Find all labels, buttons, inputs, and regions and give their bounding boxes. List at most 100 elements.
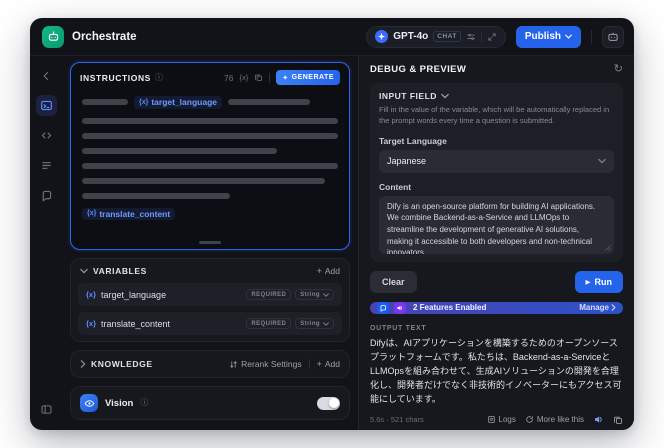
variable-icon: {x} [86,290,97,299]
rerank-icon [230,360,237,368]
prompt-text-skeleton [228,99,310,106]
model-selector[interactable]: GPT-4o CHAT [366,25,506,48]
chevron-right-icon [611,304,616,312]
variable-icon: {x} [87,210,97,218]
assistant-preview-button[interactable] [602,25,624,48]
run-button[interactable]: ▶ Run [574,270,623,293]
variables-collapse[interactable]: VARIABLES [80,266,147,276]
char-count: 76 [224,72,234,83]
required-badge: REQUIRED [246,318,292,329]
pill-divider [480,31,482,42]
restart-icon[interactable]: ↻ [614,64,623,75]
clear-button[interactable]: Clear [370,270,417,293]
header-divider [591,29,592,44]
copy-output-icon[interactable] [613,415,623,425]
content-textarea[interactable]: Dify is an open-source platform for buil… [379,195,614,254]
top-bar: Orchestrate GPT-4o CHAT Publish [30,18,634,56]
instructions-title: INSTRUCTIONS [80,72,151,83]
chevron-down-icon [323,321,329,326]
model-params-icon[interactable] [466,32,476,42]
prompt-text-skeleton [82,162,338,169]
model-expand-icon[interactable] [487,32,497,42]
copy-icon[interactable] [254,73,263,82]
input-field-title: INPUT FIELD [379,91,437,101]
vision-icon [80,394,98,412]
chevron-down-icon [441,93,449,99]
instructions-editor[interactable]: INSTRUCTIONS ⓘ 76 {x} ✦ GENERATE {x} tar… [70,62,350,250]
collapse-sidebar-button[interactable] [36,399,57,420]
generate-button[interactable]: ✦ GENERATE [276,70,340,85]
sparkle-icon: ✦ [282,74,289,82]
knowledge-collapse[interactable]: KNOWLEDGE [80,359,153,369]
model-mode-badge: CHAT [433,31,461,42]
target-language-select[interactable]: Japanese [379,149,614,173]
conversation-feature-icon [377,301,389,314]
prompt-text-skeleton [82,132,338,139]
variable-name: translate_content [101,318,171,329]
target-language-label: Target Language [379,135,447,146]
model-provider-icon [375,30,389,43]
vision-section: Vision ⓘ [70,386,350,420]
vision-label: Vision [105,397,134,409]
more-like-this-icon [526,416,533,424]
editor-resize-handle[interactable] [199,241,221,244]
logs-icon [487,416,495,424]
resize-handle-icon[interactable] [605,245,611,251]
variable-row-target-language[interactable]: {x} target_language REQUIRED String [78,283,342,306]
prompt-text-skeleton [82,147,277,154]
chevron-down-icon [323,292,329,297]
knowledge-title: KNOWLEDGE [91,359,153,369]
debug-preview-panel: DEBUG & PREVIEW ↻ INPUT FIELD Fill in th… [358,56,634,430]
input-field-collapse[interactable]: INPUT FIELD [379,91,614,101]
variables-title: VARIABLES [93,266,147,276]
variable-icon: {x} [86,319,97,328]
tts-feature-icon [394,301,406,314]
tools-divider [269,72,271,83]
input-field-description: Fill in the value of the variable, which… [379,105,610,125]
speaker-icon[interactable] [593,414,604,425]
debug-title: DEBUG & PREVIEW [370,64,467,75]
toggle-knob [328,398,339,408]
back-button[interactable] [36,65,57,86]
variable-chip-target-language[interactable]: {x} target_language [134,96,222,109]
content-label: Content [379,181,412,192]
chevron-down-icon [598,159,606,164]
features-bar[interactable]: 2 Features Enabled Manage [370,301,623,314]
type-badge[interactable]: String [295,289,334,300]
prompt-text-skeleton [82,117,338,124]
vision-toggle[interactable] [317,396,340,410]
logs-button[interactable]: Logs [487,415,516,424]
app-logo-icon[interactable] [42,25,64,48]
chevron-down-icon [80,268,88,274]
app-window: Orchestrate GPT-4o CHAT Publish INSTRUCT… [30,18,634,430]
add-knowledge-button[interactable]: + Add [317,359,340,369]
publish-button[interactable]: Publish [515,25,581,48]
orchestrate-panel: INSTRUCTIONS ⓘ 76 {x} ✦ GENERATE {x} tar… [62,56,358,430]
nav-logs[interactable] [36,155,57,176]
chevron-right-icon [80,360,86,368]
variables-section: VARIABLES + Add {x} target_language REQU… [70,258,350,342]
variable-chip-translate-content[interactable]: {x} translate_content [82,207,176,220]
add-variable-button[interactable]: + Add [317,266,340,276]
variable-row-translate-content[interactable]: {x} translate_content REQUIRED String [78,312,342,335]
output-stats: 5.6s · 521 chars [370,415,424,425]
rerank-settings-button[interactable]: Rerank Settings [229,359,302,369]
nav-orchestrate[interactable] [35,95,57,116]
left-rail [30,56,62,430]
plus-icon: + [316,265,322,276]
model-name: GPT-4o [393,31,429,42]
knowledge-section: KNOWLEDGE Rerank Settings + Add [70,350,350,378]
type-badge[interactable]: String [295,318,334,329]
insert-variable-icon[interactable]: {x} [239,73,248,82]
manage-features-link[interactable]: Manage [579,303,616,312]
output-text: Difyは、AIアプリケーションを構築するためのオープンソースプラットフォームで… [370,337,622,404]
actions-divider [308,359,310,369]
nav-annotations[interactable] [36,185,57,206]
variable-icon: {x} [139,98,149,106]
info-icon: ⓘ [154,72,163,82]
info-icon: ⓘ [140,398,149,407]
nav-api-access[interactable] [36,125,57,146]
more-like-this-button[interactable]: More like this [525,415,584,424]
prompt-text-skeleton [82,99,128,106]
prompt-body[interactable]: {x} target_language {x} translate_conten… [71,90,349,241]
